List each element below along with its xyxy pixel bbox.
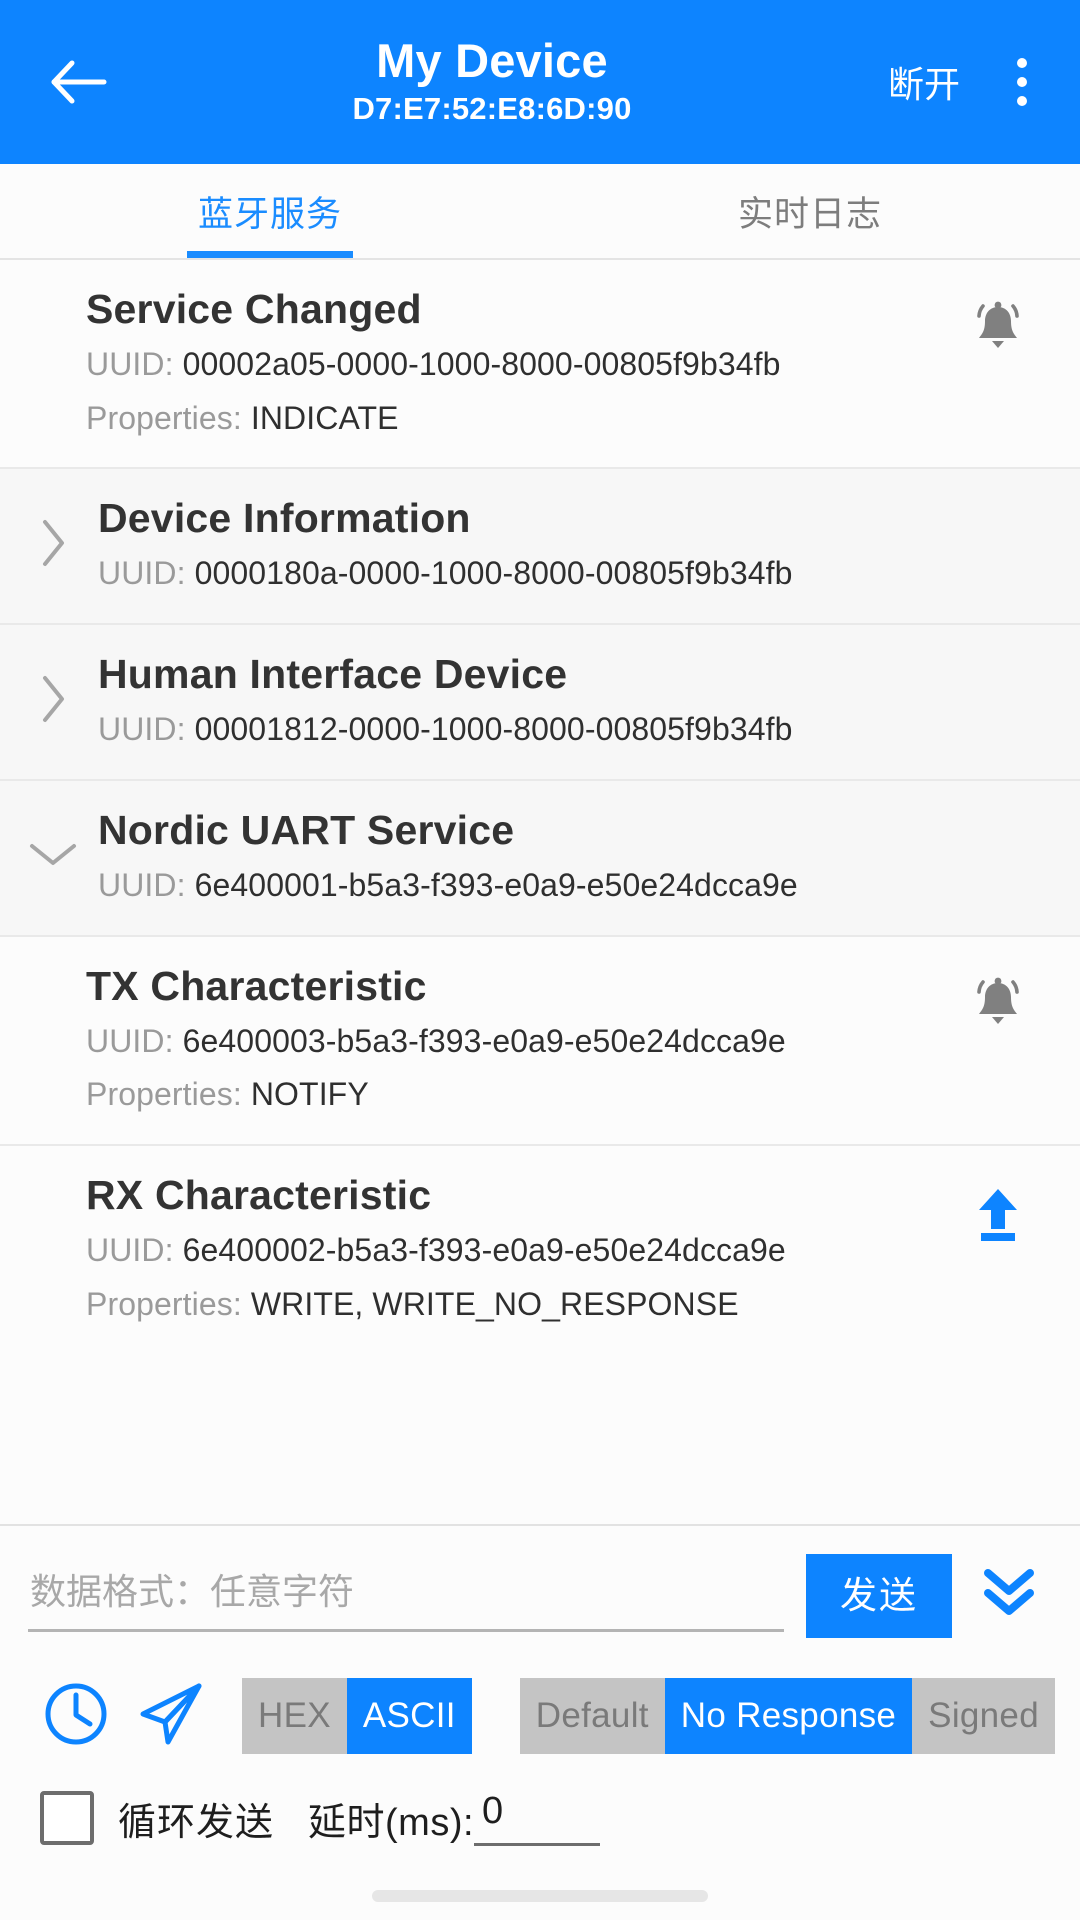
uuid-value: 00002a05-0000-1000-8000-00805f9b34fb xyxy=(182,346,781,383)
bell-ring-icon xyxy=(966,296,1030,365)
service-name: Human Interface Device xyxy=(98,651,568,698)
segment-no-response[interactable]: No Response xyxy=(664,1678,913,1754)
characteristic-properties: Properties: INDICATE xyxy=(86,395,950,442)
chevron-right-icon xyxy=(36,516,70,575)
send-controls-row: HEX ASCII Default No Response Signed xyxy=(28,1638,1055,1764)
properties-value: INDICATE xyxy=(250,399,399,436)
send-panel: 发送 xyxy=(0,1524,1080,1846)
segment-default[interactable]: Default xyxy=(519,1678,665,1754)
device-title-block: My Device D7:E7:52:E8:6D:90 xyxy=(112,33,888,128)
properties-label: Properties: xyxy=(86,1076,242,1113)
upload-icon xyxy=(967,1183,1029,1250)
list-item-body: Device Information UUID: 0000180a-0000-1… xyxy=(84,493,1046,597)
characteristic-name: RX Characteristic xyxy=(86,1172,432,1219)
uuid-value: 6e400002-b5a3-f393-e0a9-e50e24dcca9e xyxy=(182,1232,786,1269)
uuid-label: UUID: xyxy=(86,1022,174,1059)
device-mac-address: D7:E7:52:E8:6D:90 xyxy=(352,90,632,126)
loop-send-checkbox[interactable] xyxy=(40,1791,94,1845)
properties-value: WRITE, WRITE_NO_RESPONSE xyxy=(250,1285,739,1322)
chevron-right-icon xyxy=(36,672,70,731)
tab-label: 蓝牙服务 xyxy=(197,194,342,234)
data-format-segmented-control: HEX ASCII xyxy=(242,1678,472,1754)
segment-ascii[interactable]: ASCII xyxy=(346,1678,472,1754)
uuid-label: UUID: xyxy=(98,866,186,903)
notify-toggle-button[interactable] xyxy=(950,963,1046,1051)
loop-send-row: 循环发送 延时(ms): xyxy=(28,1764,1052,1846)
arrow-left-icon xyxy=(50,57,108,107)
collapse-chevron[interactable] xyxy=(22,807,84,907)
system-navigation-bar xyxy=(0,1846,1080,1920)
characteristic-uuid: UUID: 00002a05-0000-1000-8000-00805f9b34… xyxy=(86,341,950,388)
clock-icon xyxy=(40,1678,112,1755)
list-item-body: Nordic UART Service UUID: 6e400001-b5a3-… xyxy=(84,805,1046,909)
list-item[interactable]: RX Characteristic UUID: 6e400002-b5a3-f3… xyxy=(0,1146,1080,1354)
tab-bluetooth-services[interactable]: 蓝牙服务 xyxy=(0,164,540,258)
app-screen: My Device D7:E7:52:E8:6D:90 断开 蓝牙服务 实时日志… xyxy=(0,0,1080,1920)
uuid-value: 00001812-0000-1000-8000-00805f9b34fb xyxy=(194,711,793,748)
tab-realtime-log[interactable]: 实时日志 xyxy=(540,164,1080,258)
segment-signed[interactable]: Signed xyxy=(912,1678,1055,1754)
list-item-body: TX Characteristic UUID: 6e400003-b5a3-f3… xyxy=(34,961,950,1118)
service-list: Service Changed UUID: 00002a05-0000-1000… xyxy=(0,260,1080,1525)
uuid-label: UUID: xyxy=(98,711,186,748)
characteristic-properties: Properties: NOTIFY xyxy=(86,1071,950,1118)
list-item[interactable]: Service Changed UUID: 00002a05-0000-1000… xyxy=(0,260,1080,470)
characteristic-properties: Properties: WRITE, WRITE_NO_RESPONSE xyxy=(86,1281,950,1328)
list-item[interactable]: Device Information UUID: 0000180a-0000-1… xyxy=(0,469,1080,626)
expand-chevron[interactable] xyxy=(22,495,84,595)
uuid-label: UUID: xyxy=(86,346,174,383)
home-gesture-handle[interactable] xyxy=(372,1890,708,1902)
notify-toggle-button[interactable] xyxy=(950,286,1046,374)
app-bar: My Device D7:E7:52:E8:6D:90 断开 xyxy=(0,0,1080,164)
bell-ring-icon xyxy=(966,972,1030,1041)
expand-chevron[interactable] xyxy=(22,651,84,751)
data-input[interactable] xyxy=(28,1560,784,1632)
characteristic-uuid: UUID: 6e400002-b5a3-f393-e0a9-e50e24dcca… xyxy=(86,1227,950,1274)
properties-label: Properties: xyxy=(86,1285,242,1322)
list-item[interactable]: TX Characteristic UUID: 6e400003-b5a3-f3… xyxy=(0,936,1080,1147)
chevron-down-icon xyxy=(26,837,80,876)
chevron-double-down-icon xyxy=(978,1565,1040,1628)
characteristic-name: Service Changed xyxy=(86,286,422,332)
properties-value: NOTIFY xyxy=(250,1076,369,1113)
quick-send-button[interactable] xyxy=(124,1668,220,1764)
uuid-label: UUID: xyxy=(86,1232,174,1269)
segment-hex[interactable]: HEX xyxy=(242,1678,347,1754)
send-input-row: 发送 xyxy=(28,1554,1052,1638)
list-item-body: Human Interface Device UUID: 00001812-00… xyxy=(84,649,1046,753)
service-uuid: UUID: 6e400001-b5a3-f393-e0a9-e50e24dcca… xyxy=(98,862,1046,909)
properties-label: Properties: xyxy=(86,399,242,436)
disconnect-button[interactable]: 断开 xyxy=(888,56,960,108)
service-uuid: UUID: 0000180a-0000-1000-8000-00805f9b34… xyxy=(98,550,1046,597)
list-item-body: RX Characteristic UUID: 6e400002-b5a3-f3… xyxy=(34,1170,950,1327)
list-item-body: Service Changed UUID: 00002a05-0000-1000… xyxy=(34,284,950,441)
page-title: My Device xyxy=(376,33,608,87)
paper-plane-icon xyxy=(135,1678,209,1755)
write-mode-segmented-control: Default No Response Signed xyxy=(519,1678,1055,1754)
list-item[interactable]: Human Interface Device UUID: 00001812-00… xyxy=(0,625,1080,781)
send-button[interactable]: 发送 xyxy=(806,1554,952,1638)
overflow-menu-button[interactable] xyxy=(994,39,1050,125)
delay-input[interactable] xyxy=(474,1790,601,1846)
data-input-wrapper xyxy=(28,1560,784,1632)
service-name: Nordic UART Service xyxy=(98,806,515,853)
characteristic-name: TX Characteristic xyxy=(86,962,427,1009)
history-button[interactable] xyxy=(28,1668,124,1764)
service-uuid: UUID: 00001812-0000-1000-8000-00805f9b34… xyxy=(98,706,1046,753)
delay-label: 延时(ms): xyxy=(308,1801,475,1844)
loop-send-label: 循环发送 xyxy=(118,1801,275,1844)
tab-label: 实时日志 xyxy=(737,194,882,234)
uuid-value: 0000180a-0000-1000-8000-00805f9b34fb xyxy=(194,555,793,592)
back-button[interactable] xyxy=(36,39,122,125)
uuid-value: 6e400003-b5a3-f393-e0a9-e50e24dcca9e xyxy=(182,1022,786,1059)
expand-panel-button[interactable] xyxy=(966,1565,1052,1628)
characteristic-uuid: UUID: 6e400003-b5a3-f393-e0a9-e50e24dcca… xyxy=(86,1018,950,1065)
uuid-label: UUID: xyxy=(98,555,186,592)
more-vertical-icon xyxy=(1017,58,1027,106)
uuid-value: 6e400001-b5a3-f393-e0a9-e50e24dcca9e xyxy=(194,866,798,903)
tab-bar: 蓝牙服务 实时日志 xyxy=(0,164,1080,260)
write-button[interactable] xyxy=(950,1172,1046,1260)
service-name: Device Information xyxy=(98,495,471,542)
list-item[interactable]: Nordic UART Service UUID: 6e400001-b5a3-… xyxy=(0,780,1080,937)
